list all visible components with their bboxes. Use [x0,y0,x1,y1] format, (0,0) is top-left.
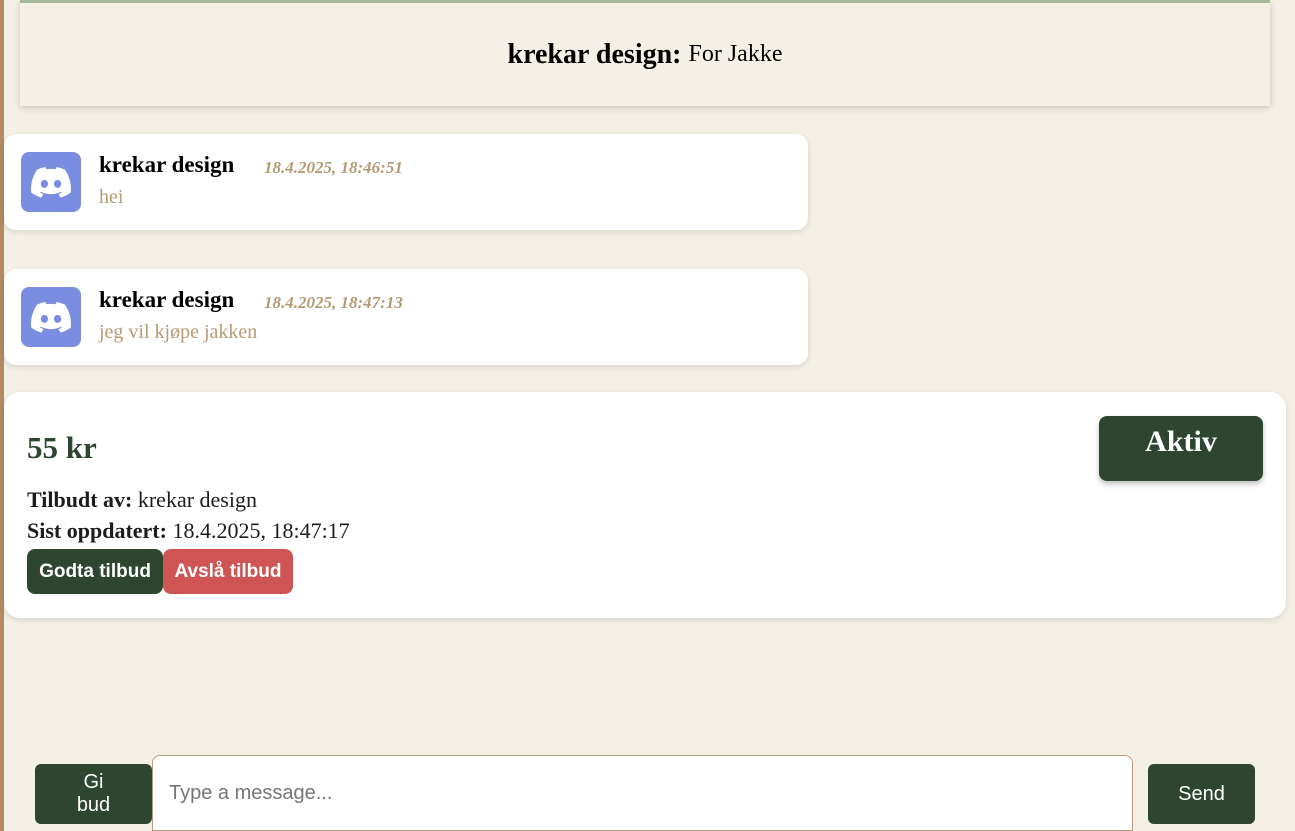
offer-price: 55 kr [27,430,97,465]
message-timestamp: 18.4.2025, 18:46:51 [264,158,403,177]
message-text: hei [99,186,124,208]
last-updated-label: Sist oppdatert: [27,518,167,543]
chat-header: krekar design: For Jakke [20,0,1270,106]
message-item: krekar design 18.4.2025, 18:47:13 jeg vi… [4,269,808,365]
message-item: krekar design 18.4.2025, 18:46:51 hei [4,134,808,230]
discord-icon [21,152,81,212]
offered-by-label: Tilbudt av: [27,487,133,512]
last-updated-value: 18.4.2025, 18:47:17 [172,518,350,543]
place-bid-label: Gi bud [76,771,111,816]
message-input[interactable] [152,755,1133,831]
offer-status-badge: Aktiv [1099,416,1263,481]
chat-header-seller: krekar design: [507,38,682,70]
offer-card: 55 kr Aktiv Tilbudt av: krekar design Si… [4,392,1286,618]
send-button[interactable]: Send [1148,764,1255,824]
message-text: jeg vil kjøpe jakken [99,321,258,343]
place-bid-button[interactable]: Gi bud [35,764,152,824]
offer-last-updated: Sist oppdatert: 18.4.2025, 18:47:17 [27,518,350,544]
message-author: krekar design [99,152,235,177]
offered-by-value: krekar design [137,487,257,512]
accept-offer-button[interactable]: Godta tilbud [27,549,163,594]
reject-offer-button[interactable]: Avslå tilbud [163,549,293,594]
chat-header-product: For Jakke [688,41,783,67]
offer-offered-by: Tilbudt av: krekar design [27,487,257,513]
message-timestamp: 18.4.2025, 18:47:13 [264,293,403,312]
message-author: krekar design [99,287,235,312]
discord-icon [21,287,81,347]
